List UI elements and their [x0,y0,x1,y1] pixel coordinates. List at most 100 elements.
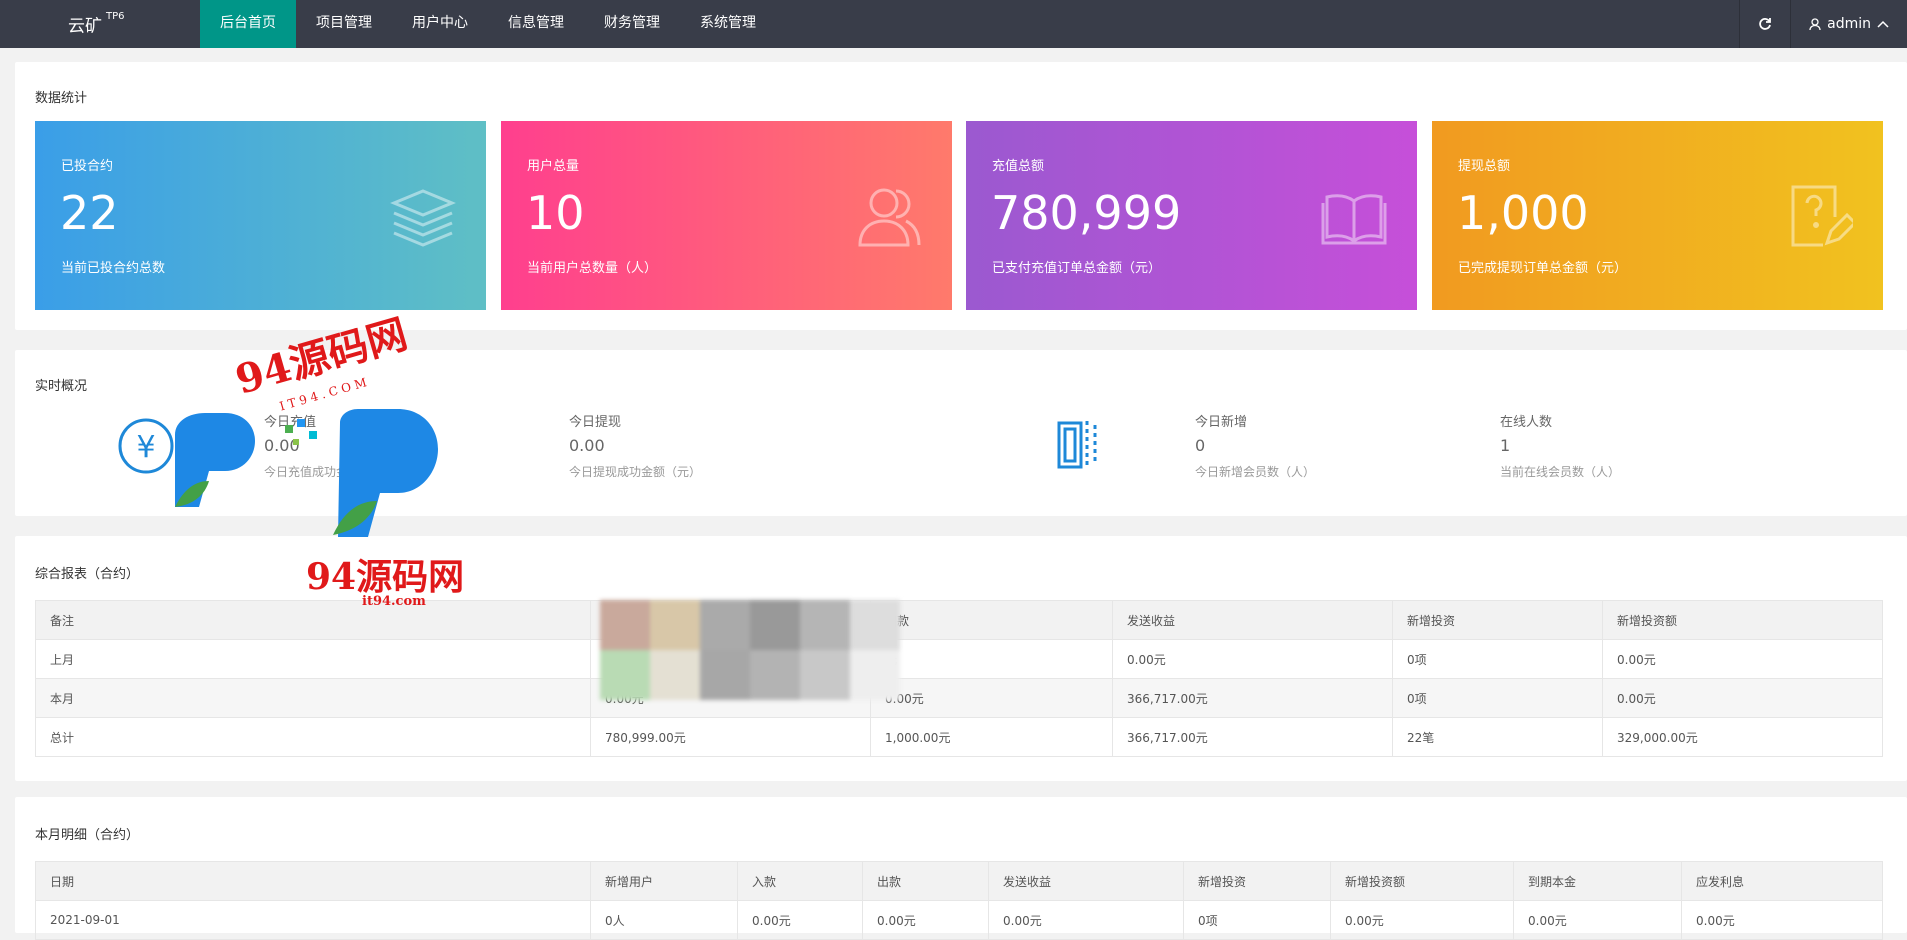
table-cell: 上月 [35,639,591,679]
col-header: 发送收益 [1112,600,1393,640]
table-cell: 0.00元 [737,900,863,940]
main-nav: 后台首页 项目管理 用户中心 信息管理 财务管理 系统管理 [200,0,776,48]
table-cell: 总计 [35,717,591,757]
nav-finance[interactable]: 财务管理 [584,0,680,48]
refresh-icon [1759,18,1772,30]
realtime-item-new-members: 今日新增 0 今日新增会员数（人） [1195,411,1315,480]
col-header: 新增投资额 [1330,861,1514,901]
table-cell: 0.00元 [1602,678,1883,718]
table-cell: 366,717.00元 [1112,678,1393,718]
realtime-label: 今日提现 [569,415,622,430]
table-row: 2021-09-01 0人 0.00元 0.00元 0.00元 0项 0.00元… [35,900,1883,940]
nav-projects[interactable]: 项目管理 [296,0,392,48]
stat-desc: 已支付充值订单总金额（元） [992,261,1162,276]
watermark-text: 94源码网 [306,556,465,598]
col-header: 备注 [35,600,591,640]
logo-version: TP6 [106,11,125,22]
table-cell: 0.00元 [862,900,989,940]
stat-card-withdraw: 提现总额 1,000 已完成提现订单总金额（元） [1432,121,1883,310]
stat-value: 22 [60,186,119,240]
table-cell: 1,000.00元 [870,717,1113,757]
realtime-label: 在线人数 [1500,415,1553,430]
stat-label: 提现总额 [1458,159,1511,174]
col-header: 出款 [862,861,989,901]
table-cell: 0.00元 [1602,639,1883,679]
col-header: 应发利息 [1681,861,1883,901]
blur-overlay [600,600,900,700]
table-cell: 0.00元 [870,678,1113,718]
detail-table: 日期 新增用户 入款 出款 发送收益 新增投资 新增投资额 到期本金 应发利息 … [35,861,1883,940]
table-cell: 366,717.00元 [1112,717,1393,757]
table-cell: 0.00元 [1330,900,1514,940]
col-header: 入款 [737,861,863,901]
nav-users[interactable]: 用户中心 [392,0,488,48]
app-logo[interactable]: 云矿 TP6 [68,11,125,38]
report-title: 综合报表（合约） [35,567,140,582]
realtime-desc: 今日新增会员数（人） [1195,465,1316,479]
user-icon [1809,17,1821,30]
svg-text:¥: ¥ [136,430,155,465]
chevron-up-icon [1877,20,1889,28]
table-cell: 2021-09-01 [35,900,591,940]
col-header: 新增投资 [1183,861,1331,901]
stats-title: 数据统计 [35,91,88,106]
col-header: 日期 [35,861,591,901]
door-icon [1057,421,1097,469]
watermark-logo [175,409,438,537]
col-header: 新增投资额 [1602,600,1883,640]
realtime-value: 0.00 [569,436,605,455]
realtime-value: 0 [1195,436,1206,455]
stat-value: 780,999 [991,186,1182,240]
table-cell: 0项 [1183,900,1331,940]
table-cell: 0.00元 [1112,639,1393,679]
detail-title: 本月明细（合约） [35,828,140,843]
nav-system[interactable]: 系统管理 [680,0,776,48]
table-row: 上月 元 0.00元 0项 0.00元 [35,639,1883,679]
col-header: 新增用户 [590,861,738,901]
nav-info[interactable]: 信息管理 [488,0,584,48]
logo-text: 云矿 [68,16,102,37]
top-navbar: 云矿 TP6 后台首页 项目管理 用户中心 信息管理 财务管理 系统管理 admi… [0,0,1907,48]
table-row: 总计 780,999.00元 1,000.00元 366,717.00元 22笔… [35,717,1883,757]
stat-value: 10 [526,186,585,240]
stat-desc: 已完成提现订单总金额（元） [1458,261,1628,276]
users-icon [858,188,921,247]
table-cell: 0.00元 [988,900,1184,940]
report-table: 备注 出款 发送收益 新增投资 新增投资额 上月 元 0.00元 0项 0.00… [35,600,1883,757]
stat-card-contracts: 已投合约 22 当前已投合约总数 [35,121,486,310]
table-cell: 0.00元 [1681,900,1883,940]
table-cell: 0.00元 [1513,900,1682,940]
stat-card-users: 用户总量 10 当前用户总数量（人） [501,121,952,310]
realtime-desc: 今日提现成功金额（元） [569,465,702,479]
realtime-title: 实时概况 [35,379,88,394]
col-header: 发送收益 [988,861,1184,901]
watermark-subtext: it94.com [362,594,426,609]
table-cell: 本月 [35,678,591,718]
topbar-right: admin [1739,0,1907,48]
nav-home[interactable]: 后台首页 [200,0,296,48]
stat-label: 用户总量 [527,159,580,174]
stat-label: 充值总额 [992,159,1045,174]
username: admin [1827,16,1871,32]
realtime-label: 今日新增 [1195,415,1248,430]
stat-desc: 当前用户总数量（人） [527,261,658,276]
col-header: 新增投资 [1392,600,1603,640]
user-menu[interactable]: admin [1790,0,1907,48]
stat-value: 1,000 [1457,186,1589,240]
table-cell: 0项 [1392,639,1603,679]
realtime-value: 1 [1500,436,1511,455]
stat-desc: 当前已投合约总数 [61,261,166,276]
table-cell: 329,000.00元 [1602,717,1883,757]
table-cell: 780,999.00元 [590,717,871,757]
refresh-button[interactable] [1739,0,1790,48]
table-cell: 0项 [1392,678,1603,718]
table-header-row: 日期 新增用户 入款 出款 发送收益 新增投资 新增投资额 到期本金 应发利息 [35,861,1883,901]
book-icon [1321,194,1387,245]
col-header: 到期本金 [1513,861,1682,901]
realtime-desc: 当前在线会员数（人） [1500,465,1621,479]
table-cell: 22笔 [1392,717,1603,757]
stat-card-recharge: 充值总额 780,999 已支付充值订单总金额（元） [966,121,1417,310]
table-header-row: 备注 出款 发送收益 新增投资 新增投资额 [35,600,1883,640]
table-cell: 元 [870,639,1113,679]
realtime-item-online: 在线人数 1 当前在线会员数（人） [1500,411,1620,480]
